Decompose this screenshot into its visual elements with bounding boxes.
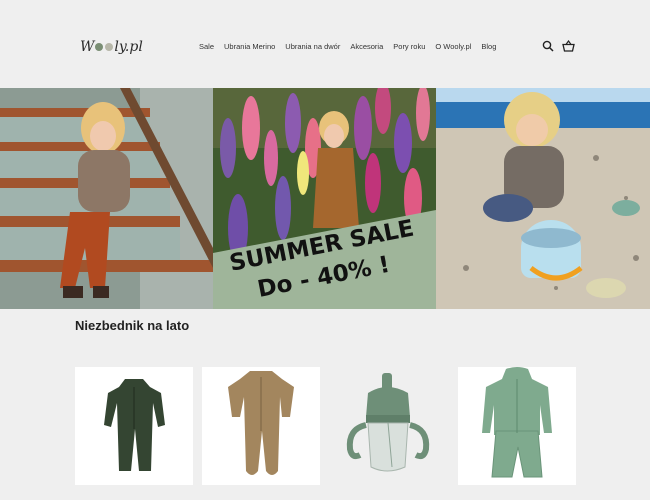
- header-icons: [542, 39, 575, 52]
- site-logo[interactable]: W ly.pl: [80, 37, 143, 57]
- main-nav: Sale Ubrania Merino Ubrania na dwór Akce…: [199, 42, 496, 51]
- section-title: Niezbednik na lato: [75, 318, 190, 333]
- logo-suffix: ly.pl: [114, 39, 143, 55]
- nav-item-sale[interactable]: Sale: [199, 42, 214, 51]
- logo-dot-1: [95, 43, 104, 51]
- nav-item-outdoor[interactable]: Ubrania na dwór: [285, 42, 340, 51]
- basket-icon[interactable]: [562, 39, 575, 52]
- nav-item-merino[interactable]: Ubrania Merino: [224, 42, 275, 51]
- search-icon[interactable]: [542, 39, 554, 52]
- product-image-romper: [228, 371, 294, 475]
- product-card-cup[interactable]: [330, 367, 448, 485]
- product-card-rain-set[interactable]: [458, 367, 576, 485]
- product-card-overall[interactable]: [75, 367, 193, 485]
- banner-image-stairs: [0, 88, 213, 309]
- site-header: W ly.pl Sale Ubrania Merino Ubrania na d…: [0, 0, 650, 88]
- nav-item-blog[interactable]: Blog: [481, 42, 496, 51]
- banner-image-beach: [436, 88, 650, 309]
- product-card-romper[interactable]: [202, 367, 320, 485]
- product-image-overall: [104, 379, 165, 471]
- product-image-rain-set: [482, 367, 552, 478]
- nav-item-about[interactable]: O Wooly.pl: [435, 42, 471, 51]
- nav-item-accessories[interactable]: Akcesoria: [350, 42, 383, 51]
- logo-dot-2: [105, 43, 114, 51]
- logo-letter: W: [80, 39, 95, 55]
- banner-image-summer-sale: SUMMER SALE Do - 40% !: [213, 88, 436, 309]
- nav-item-seasons[interactable]: Pory roku: [393, 42, 425, 51]
- product-image-cup: [346, 373, 430, 472]
- hero-banner[interactable]: SUMMER SALE Do - 40% !: [0, 88, 650, 309]
